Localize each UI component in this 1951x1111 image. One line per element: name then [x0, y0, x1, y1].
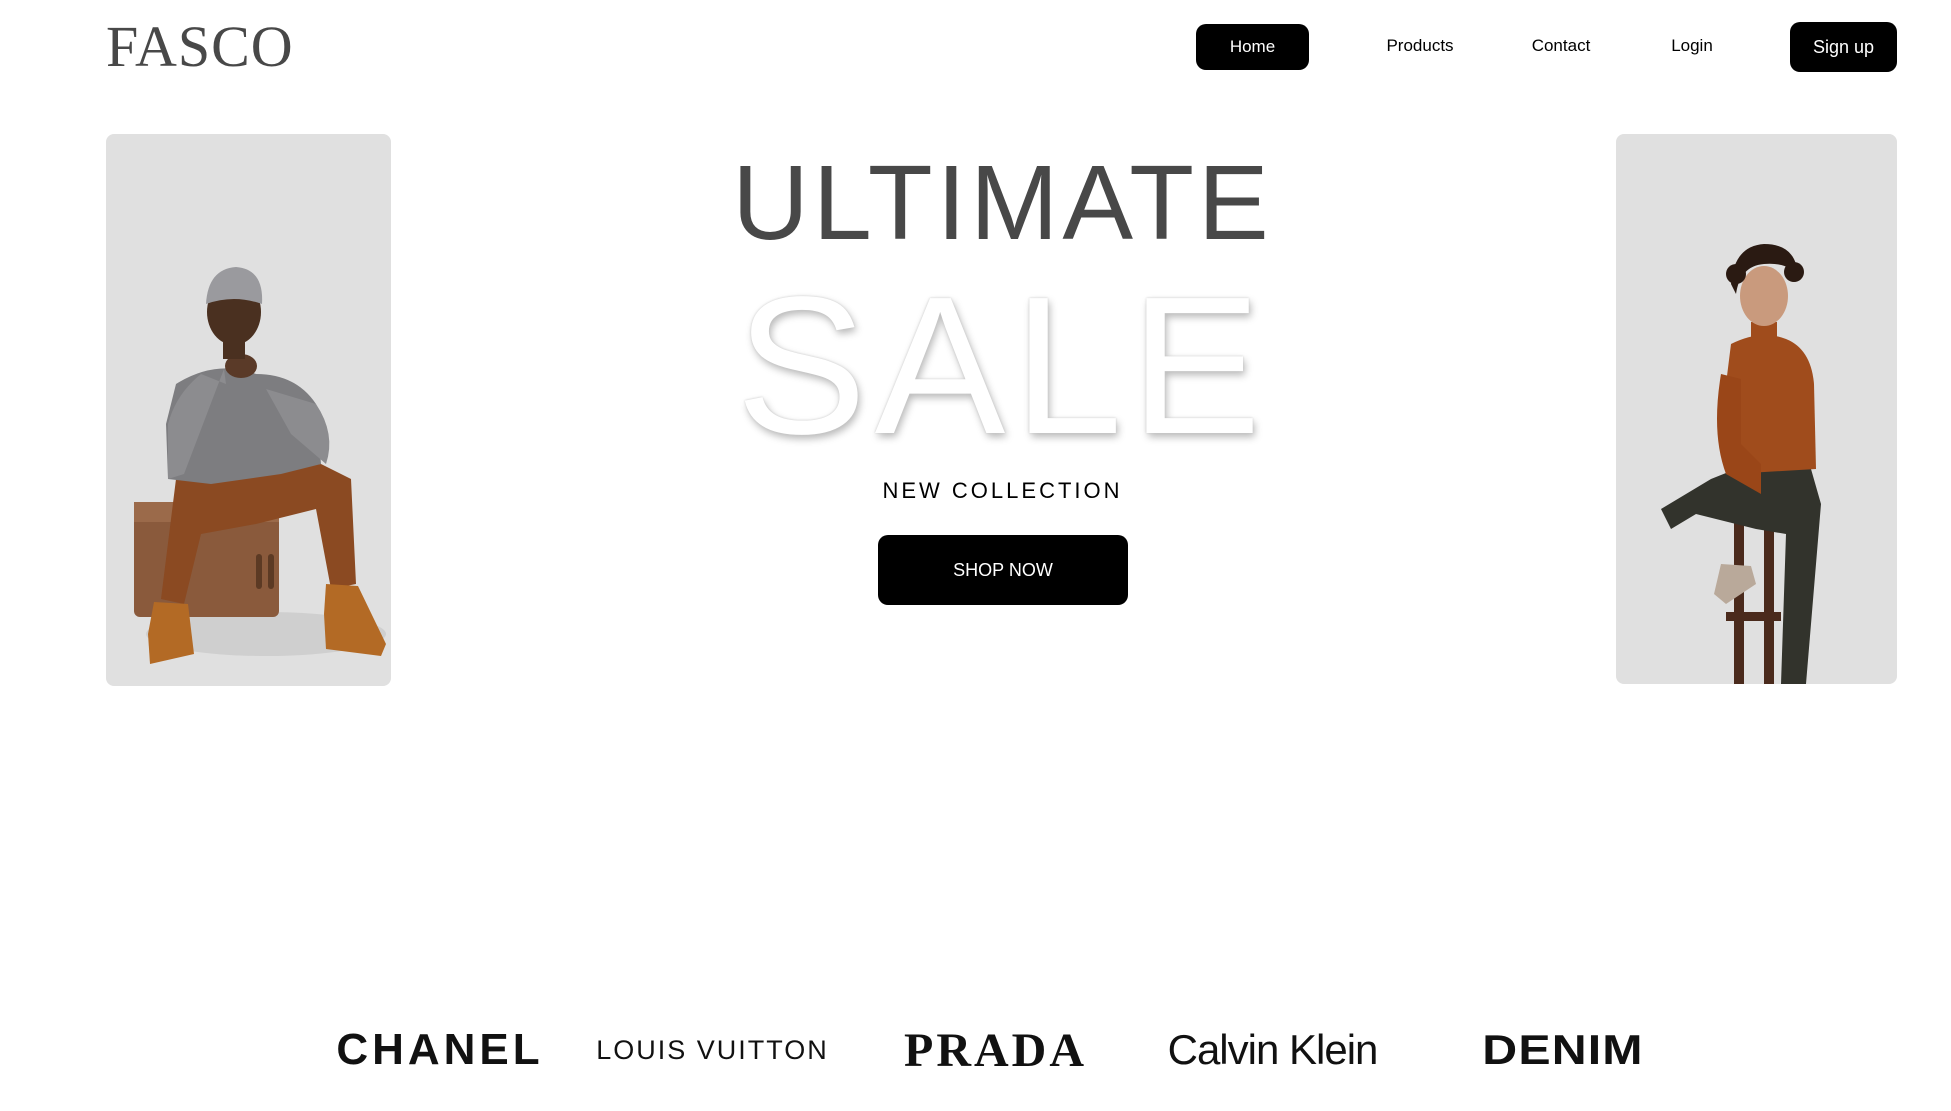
model-seated-crate-illustration [134, 267, 386, 664]
brand-logo-louis-vuitton: LOUIS VUITTON [596, 1034, 829, 1065]
brand-logo-calvin-klein: Calvin Klein [1167, 1026, 1379, 1073]
hero-title-ultimate: ULTIMATE [732, 144, 1273, 262]
brand-logo-chanel: CHANEL [336, 1025, 544, 1074]
model-seated-stool-illustration [1661, 244, 1821, 684]
hero-title-sale: SALE [735, 256, 1270, 475]
brand-logo[interactable]: FASCO [106, 18, 294, 76]
hero-subtitle: NEW COLLECTION [882, 478, 1123, 503]
nav-home-button[interactable]: Home [1196, 24, 1309, 70]
nav-products-link[interactable]: Products [1370, 21, 1470, 71]
brand-logo-prada: PRADA [904, 1023, 1087, 1077]
hero-image-left [106, 134, 391, 686]
hero-image-right [1616, 134, 1897, 684]
signup-button[interactable]: Sign up [1790, 22, 1897, 72]
brand-logo-denim: DENIM [1482, 1026, 1644, 1073]
nav-login-link[interactable]: Login [1660, 21, 1724, 71]
nav-contact-link[interactable]: Contact [1518, 21, 1604, 71]
shop-now-button[interactable]: SHOP NOW [878, 535, 1128, 605]
